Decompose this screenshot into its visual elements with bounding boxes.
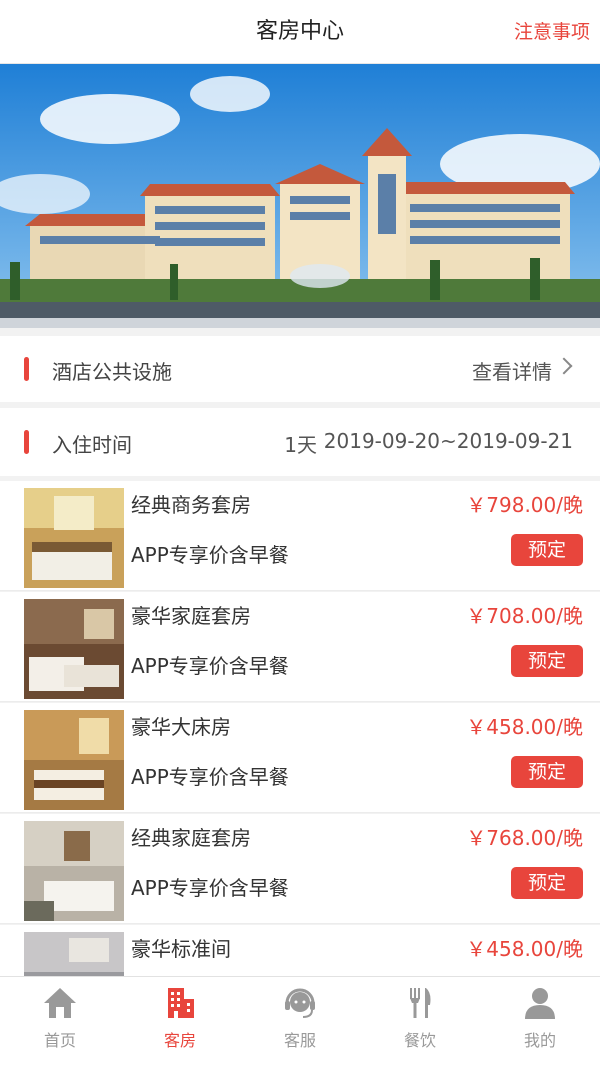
room-subtitle: APP专享价含早餐: [131, 543, 289, 567]
room-name: 豪华标准间: [131, 937, 231, 961]
room-subtitle: APP专享价含早餐: [131, 876, 289, 900]
room-price: ￥768.00/晚: [466, 826, 583, 850]
room-subtitle: APP专享价含早餐: [131, 654, 289, 678]
date-range[interactable]: 2019-09-20~2019-09-21: [324, 429, 573, 453]
home-icon: [44, 988, 76, 1018]
tab-service[interactable]: 客服: [240, 977, 360, 1067]
book-button[interactable]: 预定: [511, 645, 583, 677]
book-button[interactable]: 预定: [511, 534, 583, 566]
fork-knife-icon: [410, 988, 431, 1018]
tab-dining[interactable]: 餐饮: [360, 977, 480, 1067]
room-subtitle: APP专享价含早餐: [131, 765, 289, 789]
hotel-building-icon: [168, 988, 194, 1018]
book-button[interactable]: 预定: [511, 756, 583, 788]
checkin-label: 入住时间: [52, 433, 132, 457]
tab-label: 首页: [43, 1031, 76, 1050]
room-thumbnail: [24, 932, 124, 976]
page-title: 客房中心: [255, 19, 344, 44]
room-price: ￥458.00/晚: [466, 937, 583, 961]
section-accent-bar: [24, 430, 29, 454]
room-item[interactable]: 豪华家庭套房 APP专享价含早餐 ￥708.00/晚 预定: [0, 592, 600, 702]
room-price: ￥708.00/晚: [466, 604, 583, 628]
book-button[interactable]: 预定: [511, 867, 583, 899]
view-details-link[interactable]: 查看详情: [472, 356, 552, 385]
room-price: ￥798.00/晚: [466, 493, 583, 517]
facilities-row[interactable]: 酒店公共设施 查看详情: [0, 336, 600, 402]
room-name: 豪华大床房: [131, 715, 231, 739]
bottom-tab-bar: 首页 客房 客服 餐饮 我的: [0, 976, 600, 1067]
chevron-right-icon[interactable]: [555, 357, 573, 375]
room-name: 经典商务套房: [131, 493, 251, 517]
user-icon: [525, 988, 555, 1019]
tab-home[interactable]: 首页: [0, 977, 120, 1067]
room-item[interactable]: 豪华标准间 ￥458.00/晚: [0, 925, 600, 976]
room-item[interactable]: 经典商务套房 APP专享价含早餐 ￥798.00/晚 预定: [0, 481, 600, 591]
tab-me[interactable]: 我的: [480, 977, 600, 1067]
tab-rooms[interactable]: 客房: [120, 977, 240, 1067]
room-name: 豪华家庭套房: [131, 604, 251, 628]
room-item[interactable]: 豪华大床房 APP专享价含早餐 ￥458.00/晚 预定: [0, 703, 600, 813]
notice-link[interactable]: 注意事项: [514, 0, 590, 64]
headset-icon: [285, 988, 315, 1018]
tab-label: 我的: [523, 1031, 556, 1050]
tab-label: 餐饮: [403, 1031, 436, 1050]
room-thumbnail: [24, 599, 124, 699]
checkin-row[interactable]: 入住时间 1天 2019-09-20~2019-09-21: [0, 408, 600, 476]
room-thumbnail: [24, 821, 124, 921]
room-thumbnail: [24, 488, 124, 588]
room-item[interactable]: 经典家庭套房 APP专享价含早餐 ￥768.00/晚 预定: [0, 814, 600, 924]
room-price: ￥458.00/晚: [466, 715, 583, 739]
top-bar: 客房中心 注意事项: [0, 0, 600, 64]
stay-nights: 1天: [284, 433, 317, 457]
tab-label: 客房: [163, 1031, 196, 1050]
room-name: 经典家庭套房: [131, 826, 251, 850]
tab-label: 客服: [283, 1031, 316, 1050]
section-accent-bar: [24, 357, 29, 381]
facilities-label: 酒店公共设施: [52, 360, 172, 384]
room-thumbnail: [24, 710, 124, 810]
hotel-banner-image: [0, 64, 600, 328]
